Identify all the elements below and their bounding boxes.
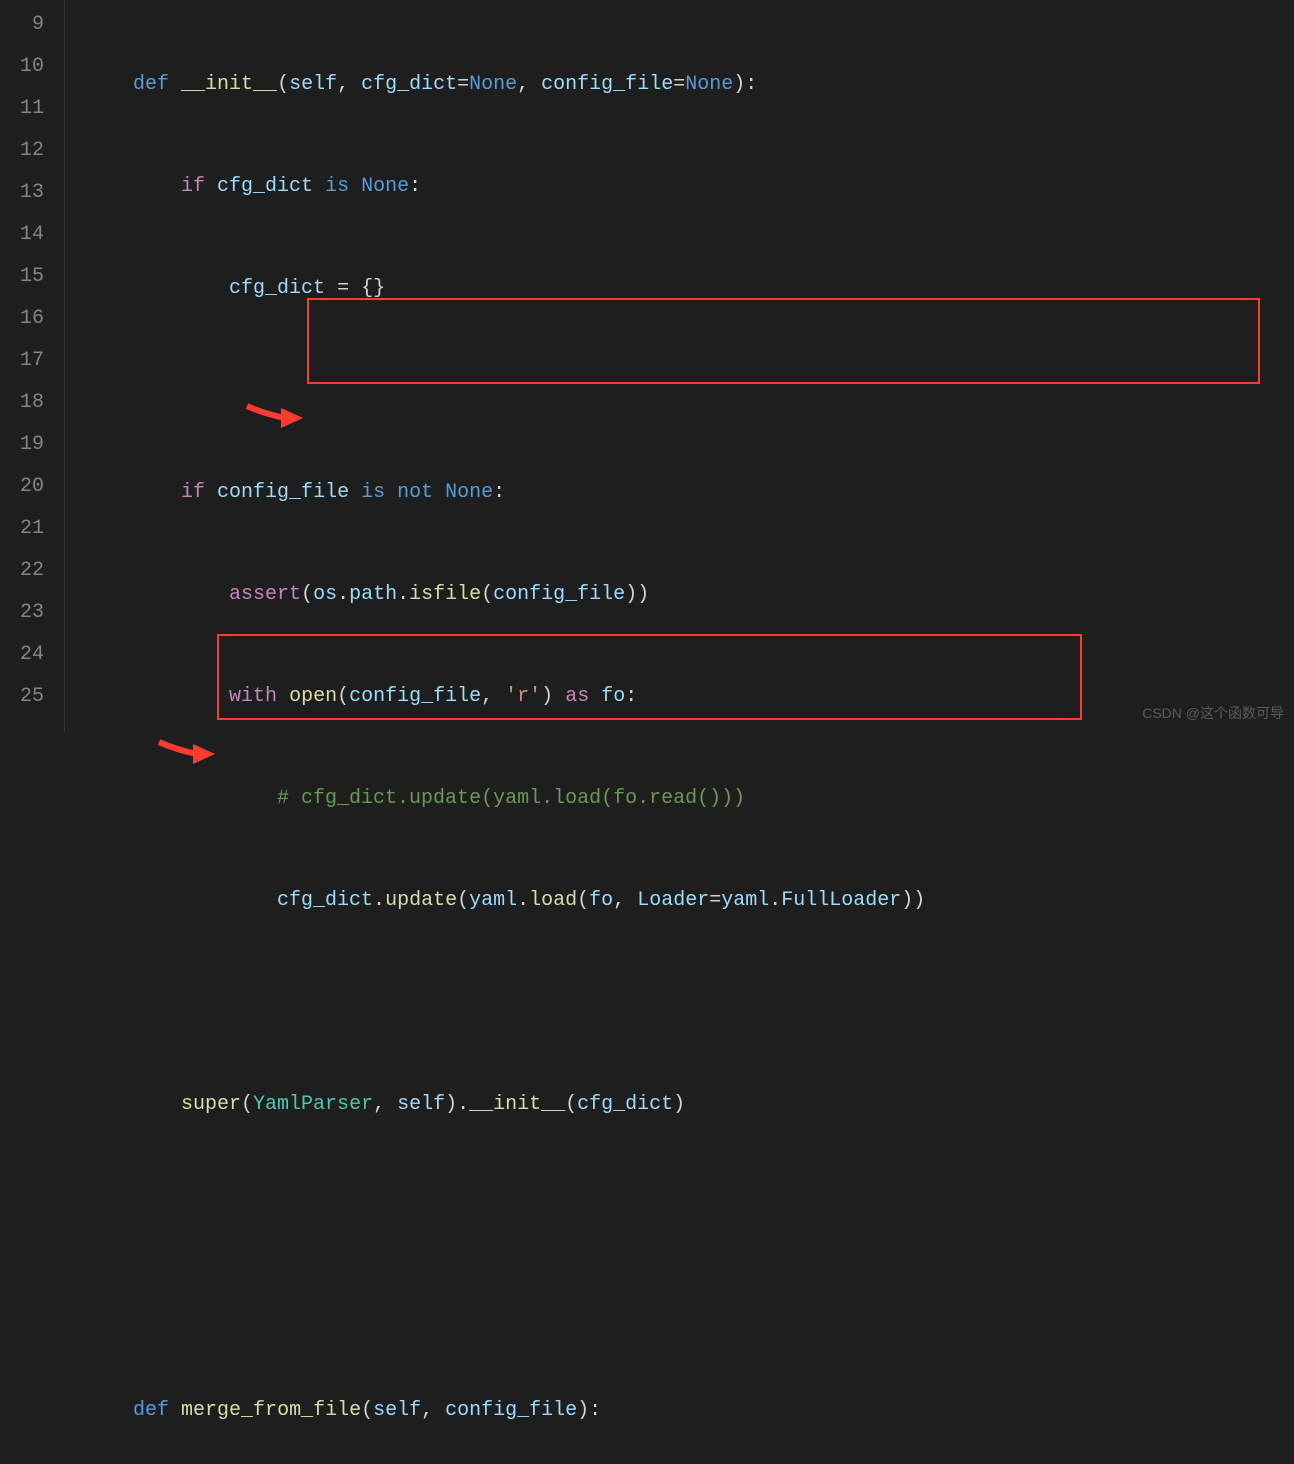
variable: fo (589, 889, 613, 912)
line-number: 17 (0, 340, 44, 382)
line-number: 16 (0, 298, 44, 340)
line-number: 14 (0, 214, 44, 256)
variable: cfg_dict (577, 1093, 673, 1116)
keyword-not: not (397, 481, 433, 504)
line-number: 11 (0, 88, 44, 130)
code-line (85, 1288, 1294, 1330)
function-call: isfile (409, 583, 481, 606)
line-number: 19 (0, 424, 44, 466)
code-editor: 9 10 11 12 13 14 15 16 17 18 19 20 21 22… (0, 0, 1294, 732)
code-line: with open(config_file, 'r') as fo: (85, 676, 1294, 718)
code-line: cfg_dict = {} (85, 268, 1294, 310)
line-number: 23 (0, 592, 44, 634)
keyword-is: is (325, 175, 349, 198)
function-name: merge_from_file (181, 1399, 361, 1422)
code-line (85, 370, 1294, 412)
method: __init__ (469, 1093, 565, 1116)
variable: config_file (493, 583, 625, 606)
code-line (85, 982, 1294, 1024)
variable: cfg_dict (277, 889, 373, 912)
param-self: self (289, 73, 337, 96)
keyword-as: as (565, 685, 589, 708)
keyword-if: if (181, 481, 205, 504)
variable: cfg_dict (217, 175, 313, 198)
line-number: 21 (0, 508, 44, 550)
code-line: if config_file is not None: (85, 472, 1294, 514)
line-number: 9 (0, 4, 44, 46)
keyword-def: def (133, 73, 169, 96)
line-number-gutter: 9 10 11 12 13 14 15 16 17 18 19 20 21 22… (0, 0, 65, 732)
variable: cfg_dict (229, 277, 325, 300)
line-number: 18 (0, 382, 44, 424)
variable: config_file (349, 685, 481, 708)
code-line (85, 1186, 1294, 1228)
attribute: FullLoader (781, 889, 901, 912)
method: load (529, 889, 577, 912)
watermark: CSDN @这个函数可导 (1142, 703, 1284, 724)
code-line: assert(os.path.isfile(config_file)) (85, 574, 1294, 616)
builtin-super: super (181, 1093, 241, 1116)
code-line: if cfg_dict is None: (85, 166, 1294, 208)
keyword-def: def (133, 1399, 169, 1422)
module: yaml (721, 889, 769, 912)
module: os (313, 583, 337, 606)
attribute: path (349, 583, 397, 606)
code-line: # cfg_dict.update(yaml.load(fo.read())) (85, 778, 1294, 820)
constant-none: None (361, 175, 409, 198)
code-content[interactable]: def __init__(self, cfg_dict=None, config… (65, 0, 1294, 732)
param: cfg_dict (361, 73, 457, 96)
keyword-assert: assert (229, 583, 301, 606)
line-number: 20 (0, 466, 44, 508)
variable: config_file (217, 481, 349, 504)
param: config_file (445, 1399, 577, 1422)
keyword-is: is (361, 481, 385, 504)
operator: = (337, 277, 349, 300)
constant-none: None (469, 73, 517, 96)
builtin-open: open (289, 685, 337, 708)
line-number: 13 (0, 172, 44, 214)
code-line: def __init__(self, cfg_dict=None, config… (85, 64, 1294, 106)
class-name: YamlParser (253, 1093, 373, 1116)
param: config_file (541, 73, 673, 96)
line-number: 24 (0, 634, 44, 676)
code-line: super(YamlParser, self).__init__(cfg_dic… (85, 1084, 1294, 1126)
param-self: self (373, 1399, 421, 1422)
line-number: 10 (0, 46, 44, 88)
keyword-with: with (229, 685, 277, 708)
function-name: __init__ (181, 73, 277, 96)
code-line: cfg_dict.update(yaml.load(fo, Loader=yam… (85, 880, 1294, 922)
method: update (385, 889, 457, 912)
braces: {} (361, 277, 385, 300)
code-line: def merge_from_file(self, config_file): (85, 1390, 1294, 1432)
keyword-if: if (181, 175, 205, 198)
line-number: 12 (0, 130, 44, 172)
line-number: 22 (0, 550, 44, 592)
line-number: 15 (0, 256, 44, 298)
string: 'r' (505, 685, 541, 708)
self: self (397, 1093, 445, 1116)
module: yaml (469, 889, 517, 912)
line-number: 25 (0, 676, 44, 718)
variable: fo (601, 685, 625, 708)
constant-none: None (445, 481, 493, 504)
comment: # cfg_dict.update(yaml.load(fo.read())) (277, 787, 745, 810)
constant-none: None (685, 73, 733, 96)
kwarg: Loader (637, 889, 709, 912)
